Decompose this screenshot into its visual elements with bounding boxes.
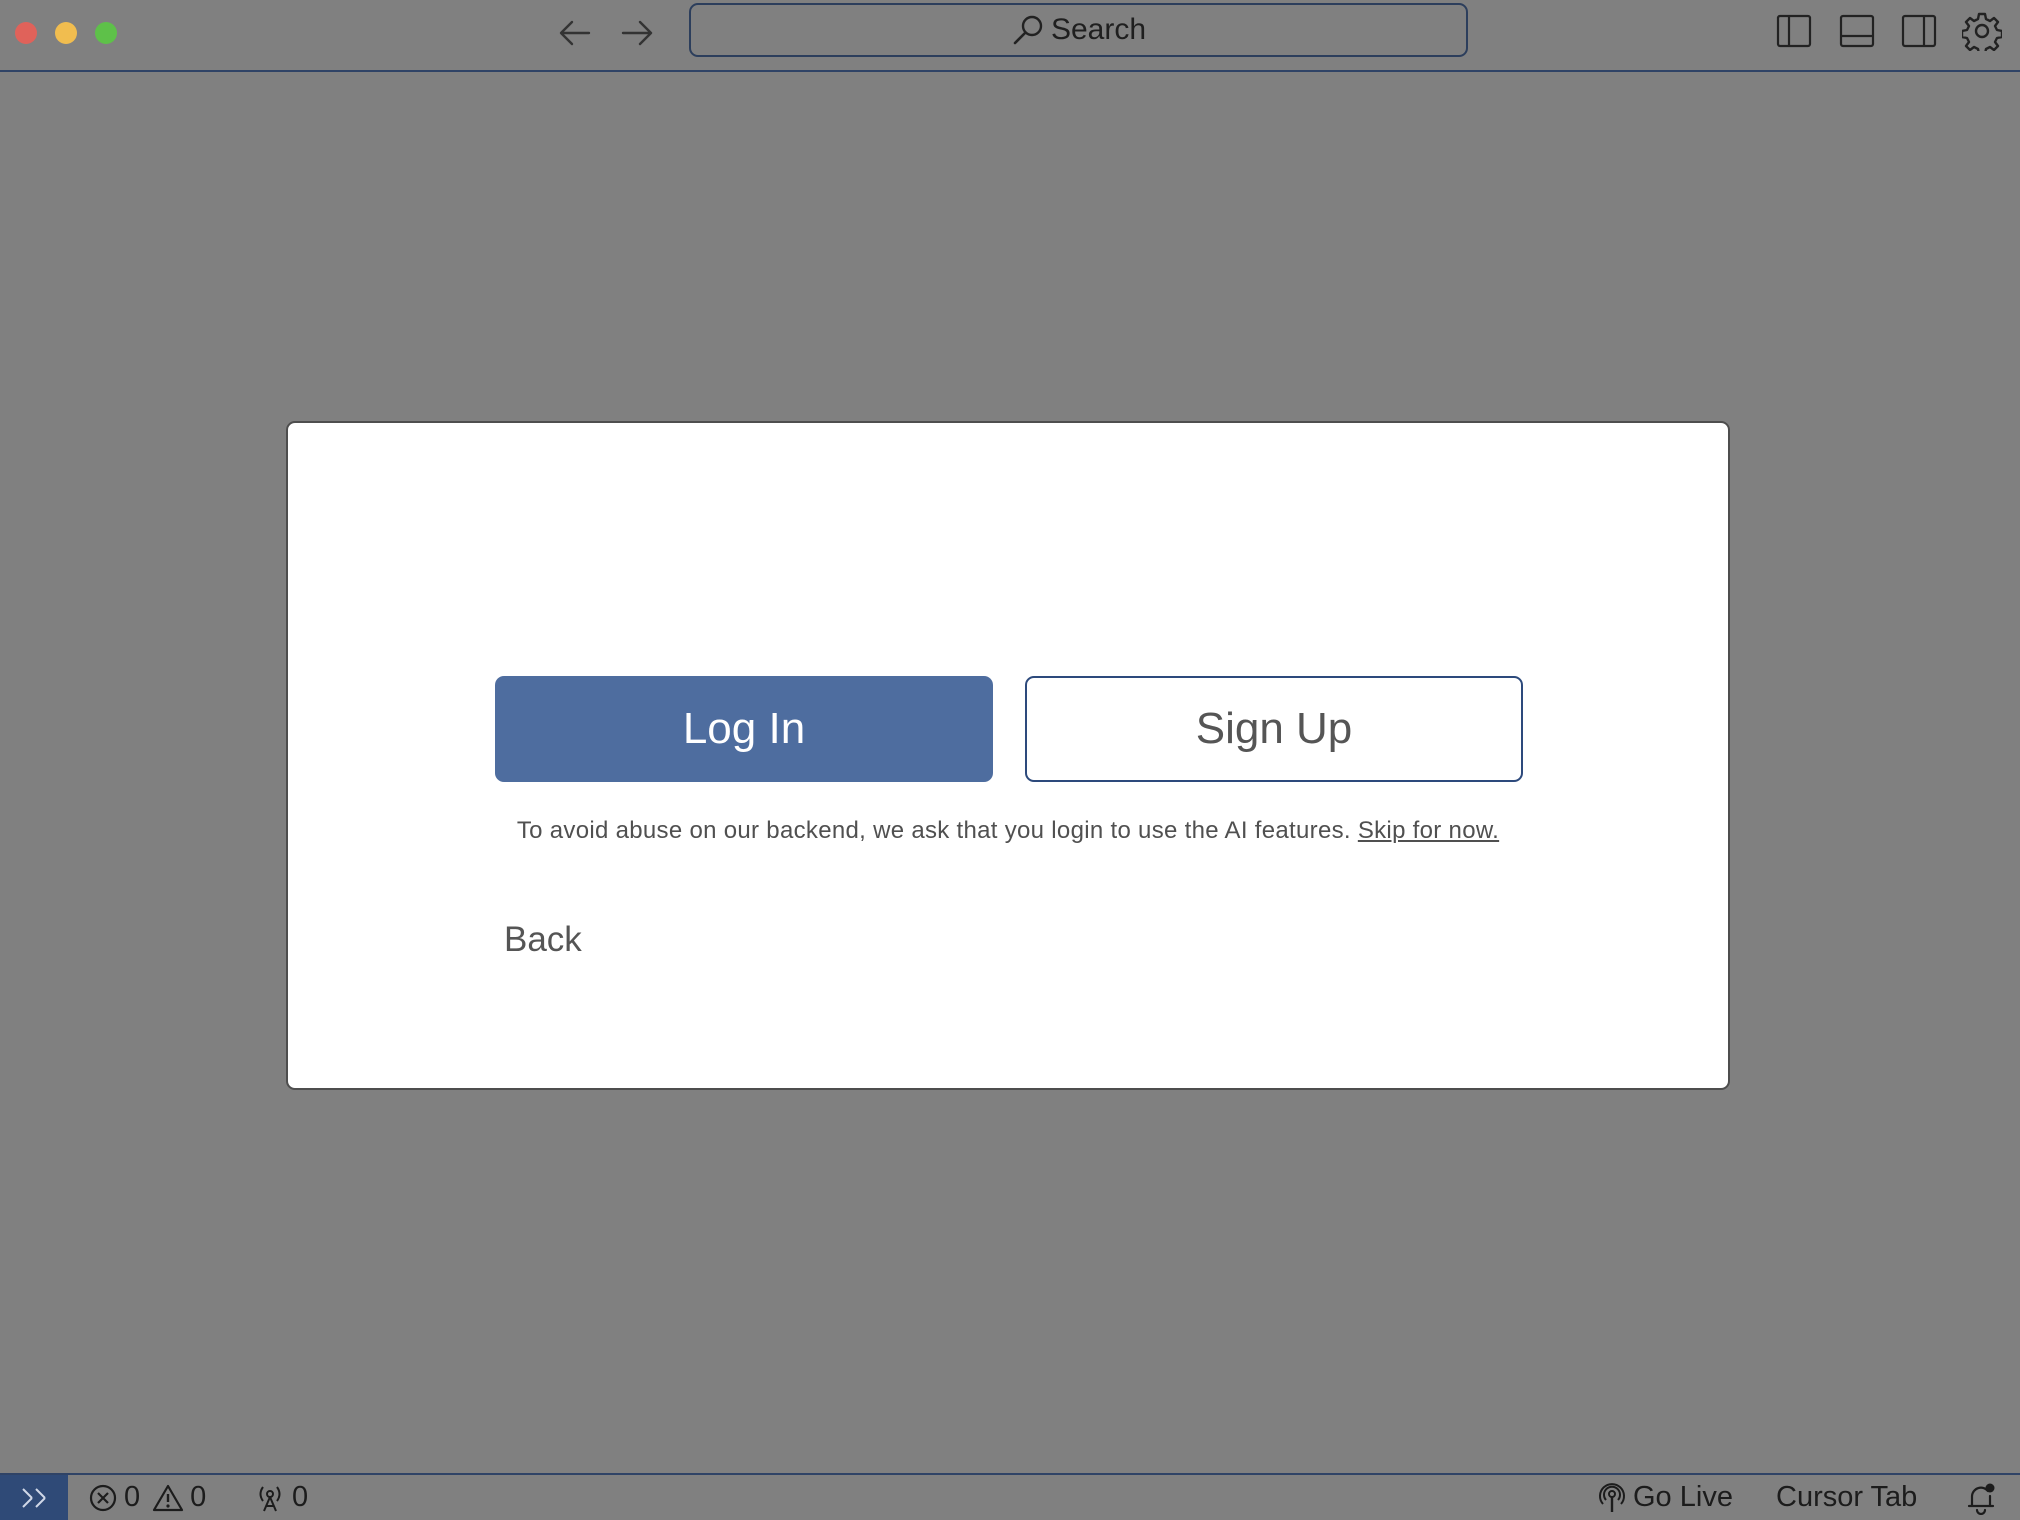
title-bar: Search [0,0,2020,72]
arrow-right-icon [621,20,653,46]
close-window-button[interactable] [15,22,37,44]
ports-count: 0 [292,1481,309,1513]
sidebar-right-icon [1901,14,1937,48]
back-button[interactable]: Back [504,920,582,960]
sidebar-left-icon [1776,14,1812,48]
settings-button[interactable] [1962,11,2002,51]
login-notice-text: To avoid abuse on our backend, we ask th… [516,817,1358,844]
errors-count: 0 [124,1481,141,1513]
problems-status-button[interactable]: 0 0 [88,1475,206,1520]
command-search-input[interactable]: Search [689,3,1468,57]
broadcast-icon [1599,1482,1625,1512]
skip-for-now-link[interactable]: Skip for now. [1358,817,1499,844]
remote-icon [22,1487,46,1508]
minimize-window-button[interactable] [55,22,77,44]
sign-up-button[interactable]: Sign Up [1025,676,1523,782]
toggle-primary-sidebar-button[interactable] [1774,11,1814,51]
toggle-panel-button[interactable] [1837,11,1877,51]
arrow-left-icon [559,20,591,46]
notifications-button[interactable] [1964,1475,2004,1520]
gear-icon [1962,12,2002,51]
go-live-button[interactable]: Go Live [1597,1475,1733,1520]
log-in-button[interactable]: Log In [495,676,993,782]
maximize-window-button[interactable] [95,22,117,44]
search-label: Search [1050,13,1147,46]
status-bar: 0 0 0 Go Live Cursor Tab [0,1473,2020,1520]
toggle-secondary-sidebar-button[interactable] [1899,11,1939,51]
search-icon [1013,15,1043,45]
login-dialog: Log In Sign Up To avoid abuse on our bac… [286,421,1730,1090]
warning-icon [153,1484,184,1511]
cursor-tab-button[interactable]: Cursor Tab [1776,1475,1917,1520]
remote-indicator-button[interactable] [0,1475,68,1520]
navigate-back-button[interactable] [555,13,595,53]
bell-dot-icon [1967,1483,1995,1515]
warnings-count: 0 [190,1481,207,1513]
cursor-tab-label: Cursor Tab [1776,1481,1918,1513]
broadcast-icon [259,1485,281,1511]
ports-status-button[interactable]: 0 [254,1475,308,1520]
navigate-forward-button[interactable] [617,13,657,53]
panel-bottom-icon [1839,14,1875,48]
error-icon [89,1484,117,1511]
login-notice: To avoid abuse on our backend, we ask th… [288,817,1728,845]
go-live-label: Go Live [1633,1481,1733,1513]
